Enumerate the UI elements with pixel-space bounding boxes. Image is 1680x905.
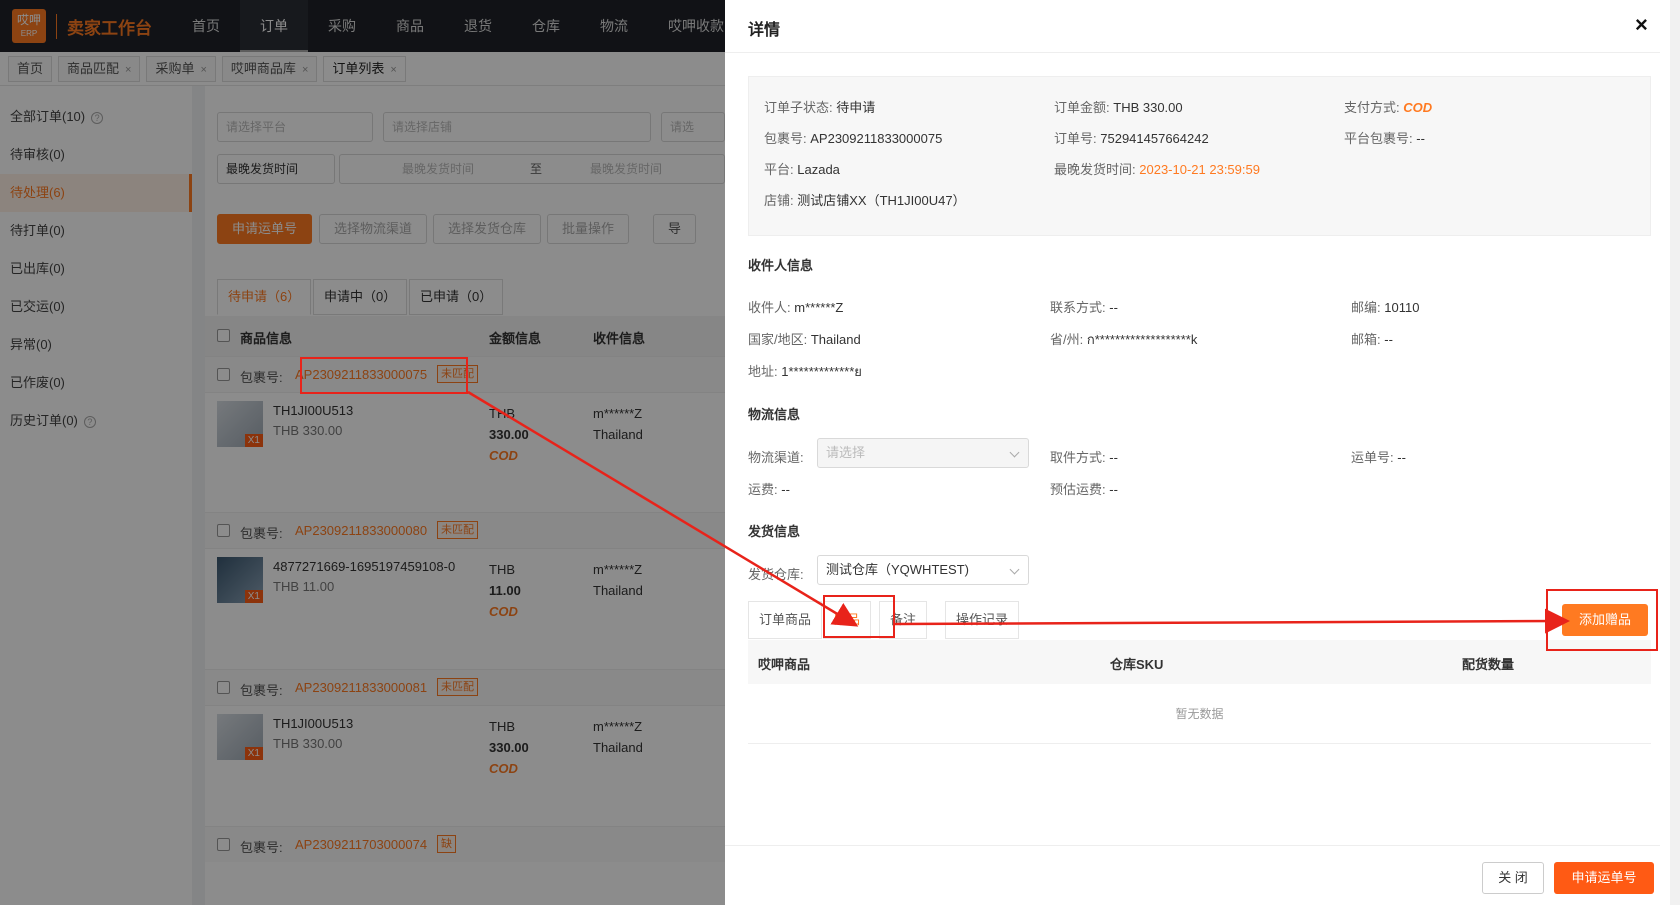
field-label: 邮编: (1351, 300, 1381, 315)
logistics-channel-label: 物流渠道: (748, 447, 804, 466)
pickup-method: 取件方式: -- (1050, 447, 1118, 466)
waybill-number: 运单号: -- (1351, 447, 1406, 466)
field-label: 最晚发货时间: (1054, 162, 1136, 177)
field-value: m******Z (794, 300, 844, 315)
order-amount: 订单金额: THB 330.00 (1054, 97, 1183, 116)
scrollbar[interactable] (1670, 0, 1680, 905)
field-value: COD (1403, 100, 1433, 115)
order-detail-drawer: 详情 × 订单子状态: 待申请 订单金额: THB 330.00 支付方式: C… (725, 0, 1670, 905)
field-value: -- (781, 482, 790, 497)
empty-state: 暂无数据 (748, 684, 1651, 744)
estimated-fee: 预估运费: -- (1050, 479, 1118, 498)
field-value: 测试店铺XX（TH1JI00U47） (797, 193, 966, 208)
field-label: 订单金额: (1054, 100, 1110, 115)
field-label: 物流渠道: (748, 450, 804, 465)
warehouse-select[interactable]: 测试仓库（YQWHTEST) (817, 555, 1029, 585)
field-label: 预估运费: (1050, 482, 1106, 497)
field-label: 订单子状态: (764, 100, 833, 115)
receiver-section-title: 收件人信息 (748, 258, 814, 273)
field-value: 10110 (1384, 300, 1420, 315)
field-label: 店铺: (764, 193, 794, 208)
field-value: -- (1109, 300, 1118, 315)
order-number: 订单号: 752941457664242 (1054, 128, 1209, 147)
col-product: 哎呷商品 (758, 657, 811, 672)
field-label: 国家/地区: (748, 332, 808, 347)
payment-method: 支付方式: COD (1344, 97, 1432, 116)
field-label: 联系方式: (1050, 300, 1106, 315)
field-label: 包裹号: (764, 131, 807, 146)
tab-order-items[interactable]: 订单商品 (748, 601, 823, 639)
field-label: 平台包裹号: (1344, 131, 1413, 146)
field-label: 平台: (764, 162, 794, 177)
receiver-province: 省/州: ก*******************k (1050, 329, 1197, 350)
logistics-channel-select[interactable]: 请选择 (817, 438, 1029, 468)
field-label: 支付方式: (1344, 100, 1400, 115)
platform: 平台: Lazada (764, 159, 840, 178)
receiver-address: 地址: 1*************ย (748, 361, 862, 382)
field-value: -- (1397, 450, 1406, 465)
field-value: -- (1109, 482, 1118, 497)
close-icon[interactable]: × (1635, 12, 1648, 38)
close-button[interactable]: 关 闭 (1482, 862, 1544, 894)
col-warehouse-sku: 仓库SKU (1110, 657, 1164, 672)
drawer-title: 详情 (748, 22, 781, 39)
ship-deadline: 最晚发货时间: 2023-10-21 23:59:59 (1054, 159, 1260, 178)
field-value: -- (1416, 131, 1425, 146)
shop: 店铺: 测试店铺XX（TH1JI00U47） (764, 190, 966, 209)
field-label: 取件方式: (1050, 450, 1106, 465)
field-value: AP2309211833000075 (810, 131, 943, 146)
field-value: Thailand (810, 332, 861, 347)
receiver-zip: 邮编: 10110 (1351, 297, 1419, 316)
receiver-name: 收件人: m******Z (748, 297, 843, 316)
receiver-contact: 联系方式: -- (1050, 297, 1118, 316)
field-value: 752941457664242 (1100, 131, 1209, 146)
warehouse-label: 发货仓库: (748, 564, 804, 583)
select-placeholder: 请选择 (826, 445, 866, 460)
order-summary: 订单子状态: 待申请 订单金额: THB 330.00 支付方式: COD 包裹… (748, 76, 1651, 236)
drawer-footer: 关 闭 申请运单号 (725, 845, 1660, 905)
field-value: Lazada (797, 162, 840, 177)
field-label: 省/州: (1050, 332, 1084, 347)
modal-backdrop[interactable] (0, 0, 725, 905)
highlight-add-gift (1546, 589, 1658, 651)
chevron-down-icon (1009, 447, 1020, 458)
package-number: 包裹号: AP2309211833000075 (764, 128, 942, 147)
gift-table-header: 哎呷商品 仓库SKU 配货数量 (748, 640, 1651, 684)
field-label: 收件人: (748, 300, 791, 315)
field-value: -- (1109, 450, 1118, 465)
shipping-fee: 运费: -- (748, 479, 790, 498)
select-value: 测试仓库（YQWHTEST) (826, 562, 969, 577)
field-value: THB 330.00 (1113, 100, 1183, 115)
col-quantity: 配货数量 (1462, 657, 1515, 672)
field-value: 1*************ย (781, 364, 862, 379)
field-label: 邮箱: (1351, 332, 1381, 347)
field-label: 地址: (748, 364, 778, 379)
field-value: 2023-10-21 23:59:59 (1139, 162, 1260, 177)
drawer-header: 详情 × (725, 0, 1660, 53)
field-label: 订单号: (1054, 131, 1097, 146)
apply-waybill-button[interactable]: 申请运单号 (1554, 862, 1654, 894)
chevron-down-icon (1009, 564, 1020, 575)
field-label: 运单号: (1351, 450, 1394, 465)
tab-operation-log[interactable]: 操作记录 (945, 601, 1020, 639)
field-value: 待申请 (836, 100, 876, 115)
field-value: -- (1384, 332, 1393, 347)
logistics-section-title: 物流信息 (748, 407, 801, 422)
field-value: ก*******************k (1086, 332, 1198, 347)
receiver-country: 国家/地区: Thailand (748, 329, 861, 348)
platform-package-number: 平台包裹号: -- (1344, 128, 1425, 147)
sub-status: 订单子状态: 待申请 (764, 97, 875, 116)
highlight-package-number (300, 357, 468, 394)
receiver-email: 邮箱: -- (1351, 329, 1393, 348)
shipping-section-title: 发货信息 (748, 524, 801, 539)
field-label: 运费: (748, 482, 778, 497)
field-label: 发货仓库: (748, 567, 804, 582)
highlight-gift-tab (823, 595, 895, 638)
